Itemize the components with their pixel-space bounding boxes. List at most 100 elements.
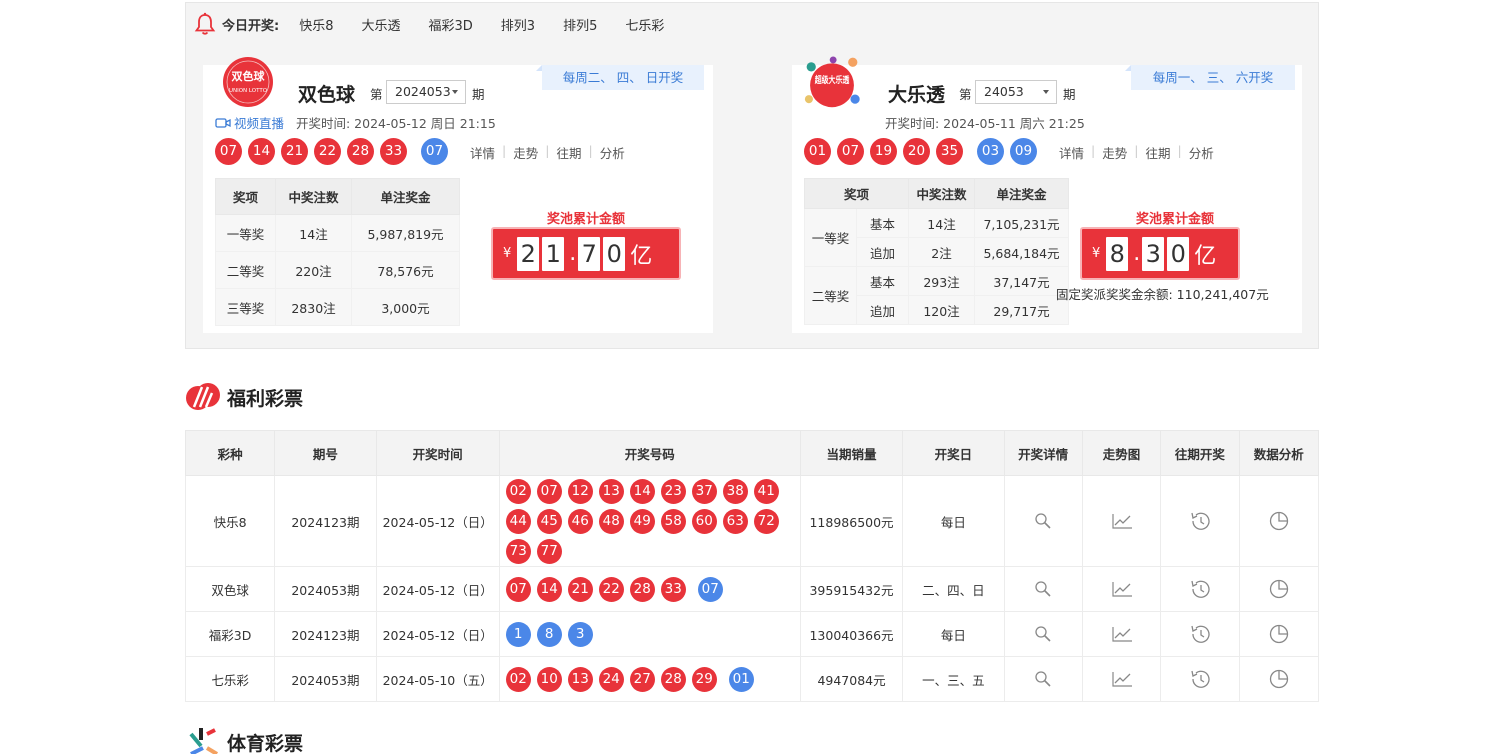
detail-cell[interactable]	[1003, 611, 1083, 657]
red-ball: 14	[629, 478, 655, 504]
table-header: 开奖详情	[1003, 430, 1083, 476]
table-header: 奖项	[215, 178, 276, 215]
prize-sub: 追加	[856, 237, 909, 267]
pie-icon[interactable]	[1268, 669, 1290, 689]
history-icon[interactable]	[1189, 669, 1211, 689]
blue-ball: 03	[977, 138, 1004, 165]
history-cell[interactable]	[1160, 656, 1240, 702]
ssq-qi-label: 期	[472, 87, 485, 102]
dlt-link-analysis[interactable]: 分析	[1189, 143, 1214, 162]
red-ball: 35	[936, 138, 963, 165]
today-link-dlt[interactable]: 大乐透	[361, 15, 400, 34]
issue-number: 2024053期	[274, 656, 377, 702]
prize-amount: 37,147元	[974, 266, 1069, 296]
search-icon[interactable]	[1034, 670, 1052, 688]
today-link-qlc[interactable]: 七乐彩	[625, 15, 664, 34]
today-link-pl3[interactable]: 排列3	[501, 15, 535, 34]
prize-amount: 78,576元	[351, 251, 460, 289]
pool-unit: 亿	[1194, 243, 1217, 269]
trend-icon[interactable]	[1111, 625, 1133, 643]
trend-icon[interactable]	[1111, 580, 1133, 598]
trend-icon[interactable]	[1111, 670, 1133, 688]
draw-day: 每日	[902, 475, 1005, 567]
ssq-link-trend[interactable]: 走势	[513, 143, 538, 162]
analysis-cell[interactable]	[1238, 566, 1320, 612]
sales-amount: 130040366元	[799, 611, 904, 657]
analysis-cell[interactable]	[1238, 475, 1320, 567]
issue-number: 2024123期	[274, 475, 377, 567]
detail-cell[interactable]	[1003, 656, 1083, 702]
trend-cell[interactable]	[1081, 611, 1162, 657]
search-icon[interactable]	[1034, 512, 1052, 530]
search-icon[interactable]	[1034, 580, 1052, 598]
dlt-issue-select[interactable]: 24053	[975, 80, 1057, 104]
welfare-table: 彩种 期号 开奖时间 开奖号码 当期销量 开奖日 开奖详情 走势图 往期开奖 数据分析 快乐8 20…	[184, 430, 1320, 702]
red-ball: 63	[722, 508, 748, 534]
dlt-draw-time: 开奖时间: 2024-05-11 周六 21:25	[885, 116, 1085, 131]
ssq-link-detail[interactable]: 详情	[470, 143, 495, 162]
trend-icon[interactable]	[1111, 512, 1133, 530]
dlt-qi-label: 期	[1063, 87, 1076, 102]
red-ball: 14	[536, 576, 562, 602]
history-icon[interactable]	[1189, 511, 1211, 531]
today-link-3d[interactable]: 福彩3D	[429, 15, 473, 34]
prize-amount: 3,000元	[351, 288, 460, 326]
red-ball: 07	[215, 138, 242, 165]
history-icon[interactable]	[1189, 624, 1211, 644]
pie-icon[interactable]	[1268, 624, 1290, 644]
history-cell[interactable]	[1160, 475, 1240, 567]
prize-count: 120注	[908, 295, 975, 325]
trend-cell[interactable]	[1081, 475, 1162, 567]
ssq-issue-select[interactable]: 2024053	[386, 80, 466, 104]
detail-cell[interactable]	[1003, 475, 1083, 567]
search-icon[interactable]	[1034, 625, 1052, 643]
dlt-link-trend[interactable]: 走势	[1102, 143, 1127, 162]
red-ball: 72	[753, 508, 779, 534]
dlt-link-history[interactable]: 往期	[1145, 143, 1170, 162]
draw-day: 每日	[902, 611, 1005, 657]
ssq-link-history[interactable]: 往期	[556, 143, 581, 162]
welfare-section-title: 福利彩票	[185, 381, 303, 413]
red-ball: 44	[505, 508, 531, 534]
dlt-link-detail[interactable]: 详情	[1059, 143, 1084, 162]
issue-number: 2024123期	[274, 611, 377, 657]
trend-cell[interactable]	[1081, 566, 1162, 612]
detail-cell[interactable]	[1003, 566, 1083, 612]
red-ball: 22	[314, 138, 341, 165]
history-cell[interactable]	[1160, 566, 1240, 612]
ssq-logo-sub: UNION LOTTO	[229, 88, 268, 94]
analysis-cell[interactable]	[1238, 656, 1320, 702]
pie-icon[interactable]	[1268, 511, 1290, 531]
pool-digit: 3	[1142, 236, 1165, 271]
red-ball: 19	[870, 138, 897, 165]
ssq-logo: 双色球 UNION LOTTO	[223, 57, 273, 107]
sales-amount: 4947084元	[799, 656, 904, 702]
trend-cell[interactable]	[1081, 656, 1162, 702]
red-ball: 58	[660, 508, 686, 534]
sales-amount: 395915432元	[799, 566, 904, 612]
sports-title: 体育彩票	[227, 732, 304, 754]
red-ball: 49	[629, 508, 655, 534]
video-icon	[215, 117, 231, 128]
history-icon[interactable]	[1189, 579, 1211, 599]
pie-icon[interactable]	[1268, 579, 1290, 599]
blue-ball: 07	[697, 576, 723, 602]
pool-dot: .	[1133, 240, 1141, 266]
red-ball: 33	[380, 138, 407, 165]
prize-sub: 基本	[856, 266, 909, 296]
red-ball: 02	[505, 478, 531, 504]
pool-digit: 0	[603, 236, 626, 271]
table-row: 双色球 2024053期 2024-05-12（日） 07 14 21 22 28 33 07 39…	[184, 566, 1320, 612]
prize-count: 2注	[908, 237, 975, 267]
history-cell[interactable]	[1160, 611, 1240, 657]
ssq-live-link[interactable]: 视频直播	[215, 113, 284, 132]
red-ball: 37	[691, 478, 717, 504]
dlt-di-label: 第	[959, 87, 972, 102]
ssq-link-analysis[interactable]: 分析	[600, 143, 625, 162]
today-link-pl5[interactable]: 排列5	[563, 15, 597, 34]
analysis-cell[interactable]	[1238, 611, 1320, 657]
ssq-draw-time: 开奖时间: 2024-05-12 周日 21:15	[296, 116, 496, 131]
today-link-kl8[interactable]: 快乐8	[299, 15, 333, 34]
blue-ball: 07	[421, 138, 448, 165]
table-row: 三等奖 2830注 3,000元	[215, 288, 460, 326]
